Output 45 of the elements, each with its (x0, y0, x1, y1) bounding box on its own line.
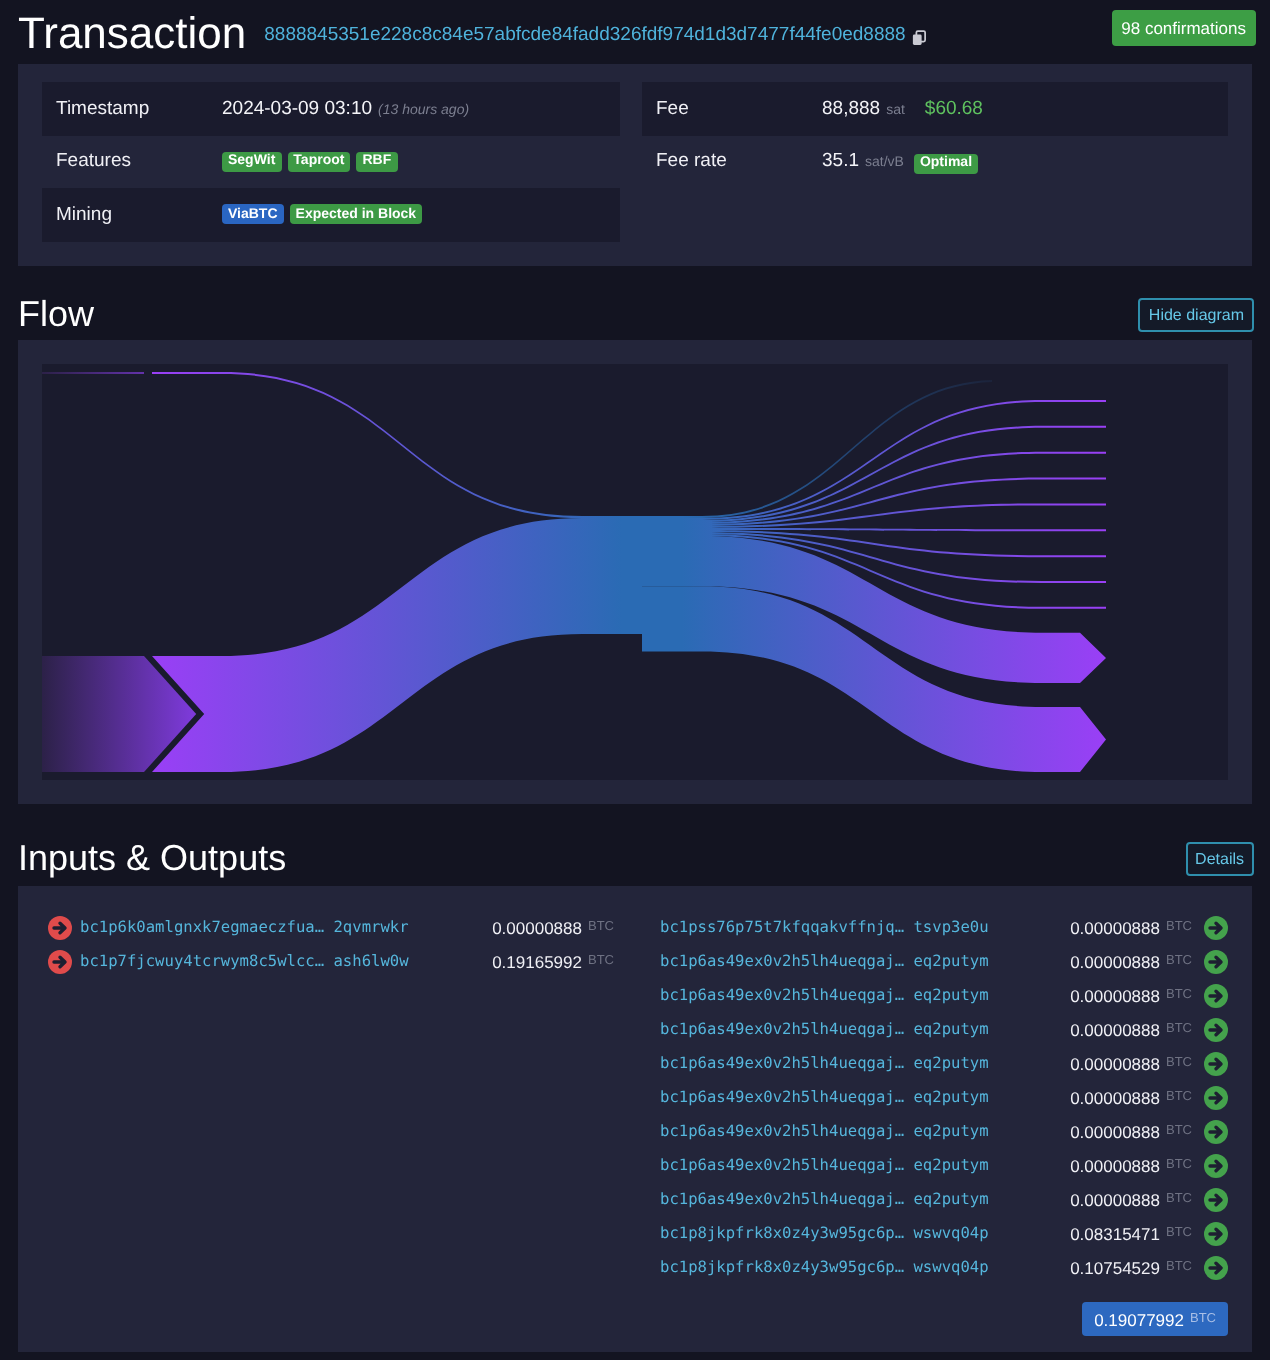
field-label: Mining (56, 203, 114, 226)
amount-value: 0.08315471 (1070, 1223, 1160, 1243)
amount-value: 0.00000888 (1070, 985, 1160, 1005)
arrow-circle-icon[interactable] (1204, 1153, 1228, 1177)
hide-diagram-button[interactable]: Hide diagram (1138, 297, 1254, 331)
amount-value: 0.00000888 (1070, 917, 1160, 937)
section-title: Flow (18, 293, 95, 335)
arrow-circle-icon[interactable] (1204, 1187, 1228, 1211)
amount-value: 0.00000888 (1070, 1189, 1160, 1209)
amount-value: 0.00000888 (1070, 1121, 1160, 1141)
confirmations-badge: 98 confirmations (1111, 10, 1256, 46)
field-value: 2024-03-09 03:10 (222, 97, 373, 120)
amount-value: 0.00000888 (1070, 1087, 1160, 1107)
arrow-circle-icon[interactable] (1204, 1085, 1228, 1109)
field-value: 88,888 (822, 97, 881, 120)
arrow-circle-icon[interactable] (48, 949, 72, 973)
arrow-circle-icon[interactable] (1204, 1119, 1228, 1143)
arrow-circle-icon[interactable] (1204, 1017, 1228, 1041)
arrow-circle-icon[interactable] (1204, 949, 1228, 973)
arrow-circle-icon[interactable] (48, 915, 72, 939)
section-title: Inputs & Outputs (18, 837, 287, 879)
field-label: Features (56, 150, 133, 173)
amount-value: 0.00000888 (492, 917, 582, 937)
field-value: 35.1 (822, 150, 859, 172)
field-label: Fee (656, 97, 691, 120)
amount-value: 0.10754529 (1070, 1257, 1160, 1277)
field-label: Fee rate (656, 150, 729, 173)
field-label: Timestamp (56, 97, 152, 120)
arrow-circle-icon[interactable] (1204, 1255, 1228, 1279)
amount-value: 0.19165992 (492, 951, 582, 971)
amount-value: 0.00000888 (1070, 1155, 1160, 1175)
amount-value: 0.00000888 (1070, 951, 1160, 971)
total-amount: 0.19077992 (1094, 1309, 1184, 1329)
arrow-circle-icon[interactable] (1204, 1051, 1228, 1075)
arrow-circle-icon[interactable] (1204, 915, 1228, 939)
arrow-circle-icon[interactable] (1204, 983, 1228, 1007)
fiat-value: $60.68 (924, 97, 983, 120)
transaction-id-link[interactable]: 8888845351e228c8c84e57abfcde84fadd326fdf974d1d3d7477f44fe0ed8888 (264, 24, 906, 46)
amount-value: 0.00000888 (1070, 1053, 1160, 1073)
page-title: Transaction (18, 8, 247, 60)
copy-icon[interactable] (911, 30, 926, 46)
amount-value: 0.00000888 (1070, 1019, 1160, 1039)
input-stub-line (42, 372, 144, 374)
details-button[interactable]: Details (1185, 841, 1254, 875)
arrow-circle-icon[interactable] (1204, 1221, 1228, 1245)
